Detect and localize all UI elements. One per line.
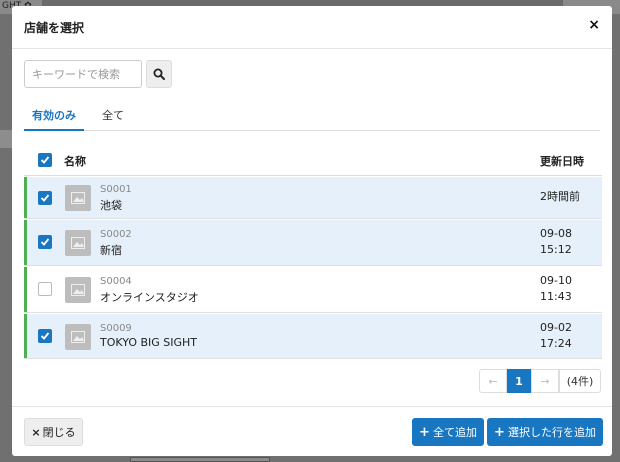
close-button-label: 閉じる: [42, 426, 76, 439]
store-name: 池袋: [100, 199, 122, 212]
updated-time-line: 11:43: [540, 290, 572, 303]
image-placeholder-icon: [71, 192, 85, 204]
active-indicator: [24, 314, 27, 358]
next-page-button[interactable]: →: [531, 369, 559, 393]
modal-title: 店舗を選択: [24, 21, 85, 35]
modal-header: 店舗を選択 ×: [12, 6, 612, 49]
updated-date-line: 09-08: [540, 227, 572, 240]
search-input[interactable]: [24, 60, 142, 88]
updated-date-line: 09-10: [540, 274, 572, 287]
background-bottom-fragment: [130, 457, 270, 462]
background-side-fragment: [0, 130, 12, 148]
check-icon: [40, 194, 50, 202]
updated-time-line: 17:24: [540, 337, 572, 350]
add-selected-label: 選択した行を追加: [507, 426, 596, 439]
store-code: S0001: [100, 184, 132, 195]
column-header-name[interactable]: 名称: [64, 153, 86, 169]
image-placeholder-icon: [71, 237, 85, 249]
active-indicator: [24, 177, 27, 218]
search-button[interactable]: [146, 60, 172, 88]
close-icon[interactable]: ×: [588, 17, 600, 33]
updated-date: 09-08 15:12: [540, 226, 572, 258]
page-1-button[interactable]: 1: [507, 369, 531, 393]
plus-icon: +: [419, 424, 430, 440]
check-icon: [40, 332, 50, 340]
store-select-modal: 店舗を選択 × 有効のみ 全て 名称 更新日時 S0001 池袋 2: [12, 6, 612, 456]
tab-active-only[interactable]: 有効のみ: [24, 107, 84, 131]
store-thumbnail: [65, 324, 91, 350]
store-code: S0004: [100, 276, 132, 287]
updated-time: 2時間前: [540, 190, 580, 203]
store-name: 新宿: [100, 244, 122, 257]
add-all-label: 全て追加: [432, 426, 477, 439]
store-thumbnail: [65, 277, 91, 303]
store-thumbnail: [65, 185, 91, 211]
store-code: S0009: [100, 323, 132, 334]
plus-icon: +: [494, 424, 505, 440]
image-placeholder-icon: [71, 331, 85, 343]
row-checkbox[interactable]: [38, 191, 52, 205]
store-thumbnail: [65, 230, 91, 256]
row-checkbox[interactable]: [38, 235, 52, 249]
store-name: オンラインスタジオ: [100, 291, 199, 304]
updated-date: 09-02 17:24: [540, 320, 572, 352]
search-icon: [153, 68, 165, 80]
column-header-updated[interactable]: 更新日時: [540, 153, 584, 169]
store-code: S0002: [100, 229, 132, 240]
close-button[interactable]: × 閉じる: [24, 418, 83, 446]
result-count: (4件): [559, 369, 601, 393]
table-header: 名称 更新日時: [24, 146, 602, 176]
add-selected-button[interactable]: + 選択した行を追加: [487, 418, 603, 446]
add-all-button[interactable]: + 全て追加: [412, 418, 484, 446]
active-indicator: [24, 267, 27, 312]
select-all-checkbox[interactable]: [38, 153, 52, 167]
close-icon: ×: [31, 425, 41, 439]
updated-time-line: 15:12: [540, 243, 572, 256]
table-row[interactable]: S0001 池袋 2時間前: [24, 177, 602, 219]
updated-date-line: 09-02: [540, 321, 572, 334]
row-checkbox[interactable]: [38, 329, 52, 343]
check-icon: [40, 156, 50, 164]
table-row[interactable]: S0004 オンラインスタジオ 09-10 11:43: [24, 267, 602, 313]
image-placeholder-icon: [71, 284, 85, 296]
row-checkbox[interactable]: [38, 282, 52, 296]
prev-page-button[interactable]: ←: [479, 369, 507, 393]
table-row[interactable]: S0009 TOKYO BIG SIGHT 09-02 17:24: [24, 314, 602, 359]
table-row[interactable]: S0002 新宿 09-08 15:12: [24, 220, 602, 266]
active-indicator: [24, 220, 27, 265]
filter-tabs: 有効のみ 全て: [24, 102, 600, 131]
updated-date: 09-10 11:43: [540, 273, 572, 305]
tab-all[interactable]: 全て: [94, 107, 132, 131]
store-name: TOKYO BIG SIGHT: [100, 336, 198, 349]
check-icon: [40, 238, 50, 246]
modal-footer: × 閉じる + 全て追加 + 選択した行を追加: [12, 406, 612, 456]
